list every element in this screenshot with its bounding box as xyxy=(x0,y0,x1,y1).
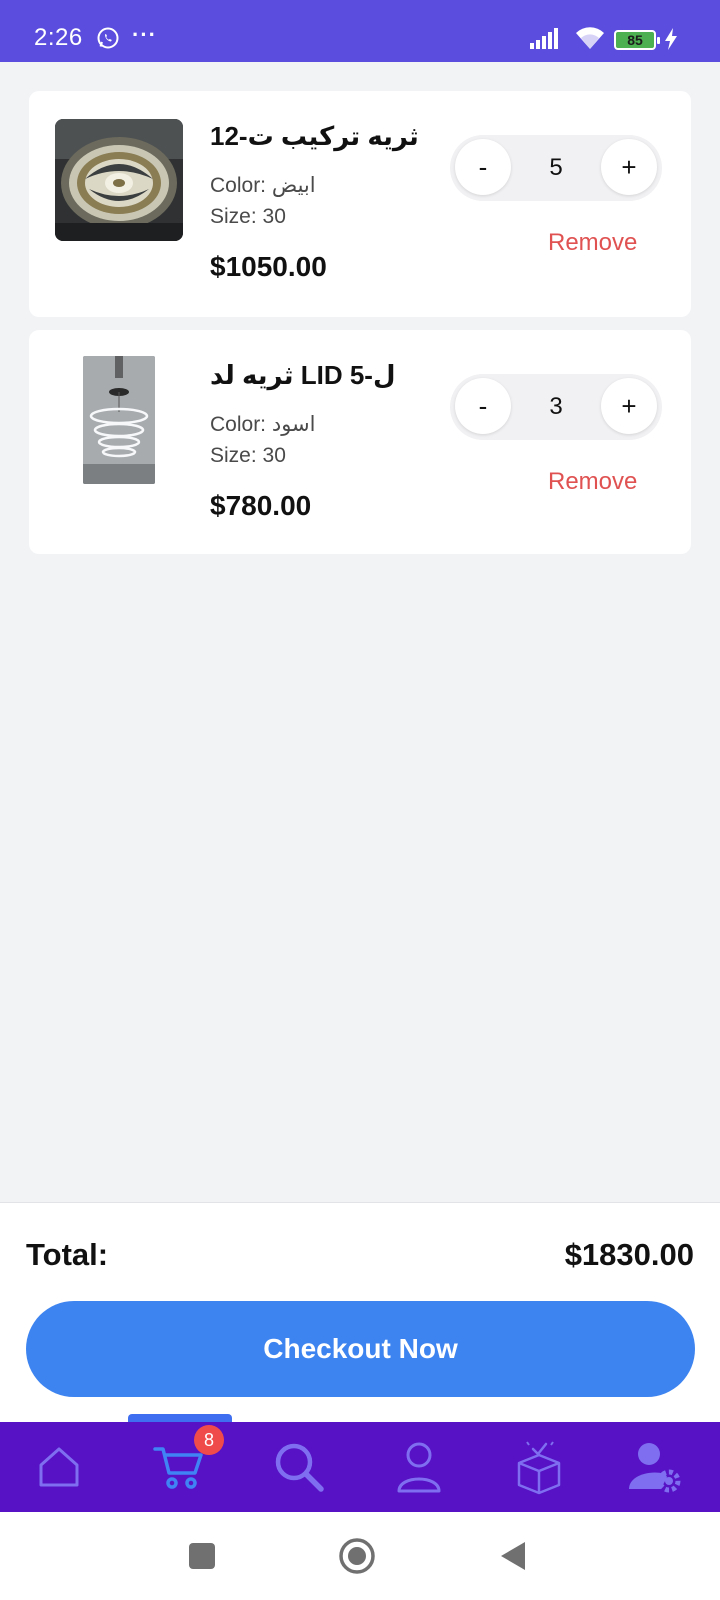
recent-apps-button[interactable] xyxy=(178,1532,226,1580)
whatsapp-icon xyxy=(96,26,120,55)
product-image[interactable] xyxy=(55,119,183,241)
cart-item: ثريه تركيب ت-12 Color: ابيض Size: 30 $10… xyxy=(29,91,691,317)
status-time: 2:26 xyxy=(34,24,83,51)
product-color: Color: اسود xyxy=(210,413,316,436)
quantity-stepper: - 5 + xyxy=(450,135,662,201)
checkout-panel: Total: $1830.00 Checkout Now xyxy=(0,1202,720,1422)
product-image[interactable] xyxy=(83,356,155,484)
cart-count-badge: 8 xyxy=(194,1425,224,1455)
product-price: $1050.00 xyxy=(210,251,327,282)
remove-button[interactable]: Remove xyxy=(548,468,637,496)
product-price: $780.00 xyxy=(210,490,312,521)
product-name: ثريه تركيب ت-12 xyxy=(210,121,419,151)
decrease-quantity-button[interactable]: - xyxy=(455,378,511,434)
account-settings-icon[interactable] xyxy=(620,1432,690,1502)
increase-quantity-button[interactable]: + xyxy=(601,378,657,434)
decrease-quantity-button[interactable]: - xyxy=(455,139,511,195)
product-name: ثريه لد LID ل-5 xyxy=(210,360,396,390)
quantity-value: 5 xyxy=(549,154,563,181)
back-button[interactable] xyxy=(489,1532,537,1580)
home-icon[interactable] xyxy=(24,1432,94,1502)
cart-list: ثريه تركيب ت-12 Color: ابيض Size: 30 $10… xyxy=(29,91,691,567)
total-value: $1830.00 xyxy=(564,1237,694,1272)
charging-icon xyxy=(664,28,678,55)
product-size: Size: 30 xyxy=(210,205,286,228)
status-more-icon: ··· xyxy=(132,22,157,47)
increase-quantity-button[interactable]: + xyxy=(601,139,657,195)
orders-icon[interactable] xyxy=(504,1432,574,1502)
profile-icon[interactable] xyxy=(384,1432,454,1502)
search-icon[interactable] xyxy=(264,1432,334,1502)
quantity-stepper: - 3 + xyxy=(450,374,662,440)
checkout-button[interactable]: Checkout Now xyxy=(26,1301,695,1397)
bottom-navigation xyxy=(0,1422,720,1512)
status-bar: 2:26 ··· 85 xyxy=(0,0,720,62)
remove-button[interactable]: Remove xyxy=(548,229,637,257)
product-size: Size: 30 xyxy=(210,444,286,467)
system-navigation-bar xyxy=(0,1512,720,1600)
battery-icon: 85 xyxy=(614,30,660,50)
quantity-value: 3 xyxy=(549,393,563,420)
signal-icon xyxy=(530,27,562,54)
cart-item: ثريه لد LID ل-5 Color: اسود Size: 30 $78… xyxy=(29,330,691,554)
product-color: Color: ابيض xyxy=(210,174,316,197)
wifi-icon xyxy=(574,25,606,56)
home-button[interactable] xyxy=(333,1532,381,1580)
total-label: Total: xyxy=(26,1237,109,1272)
